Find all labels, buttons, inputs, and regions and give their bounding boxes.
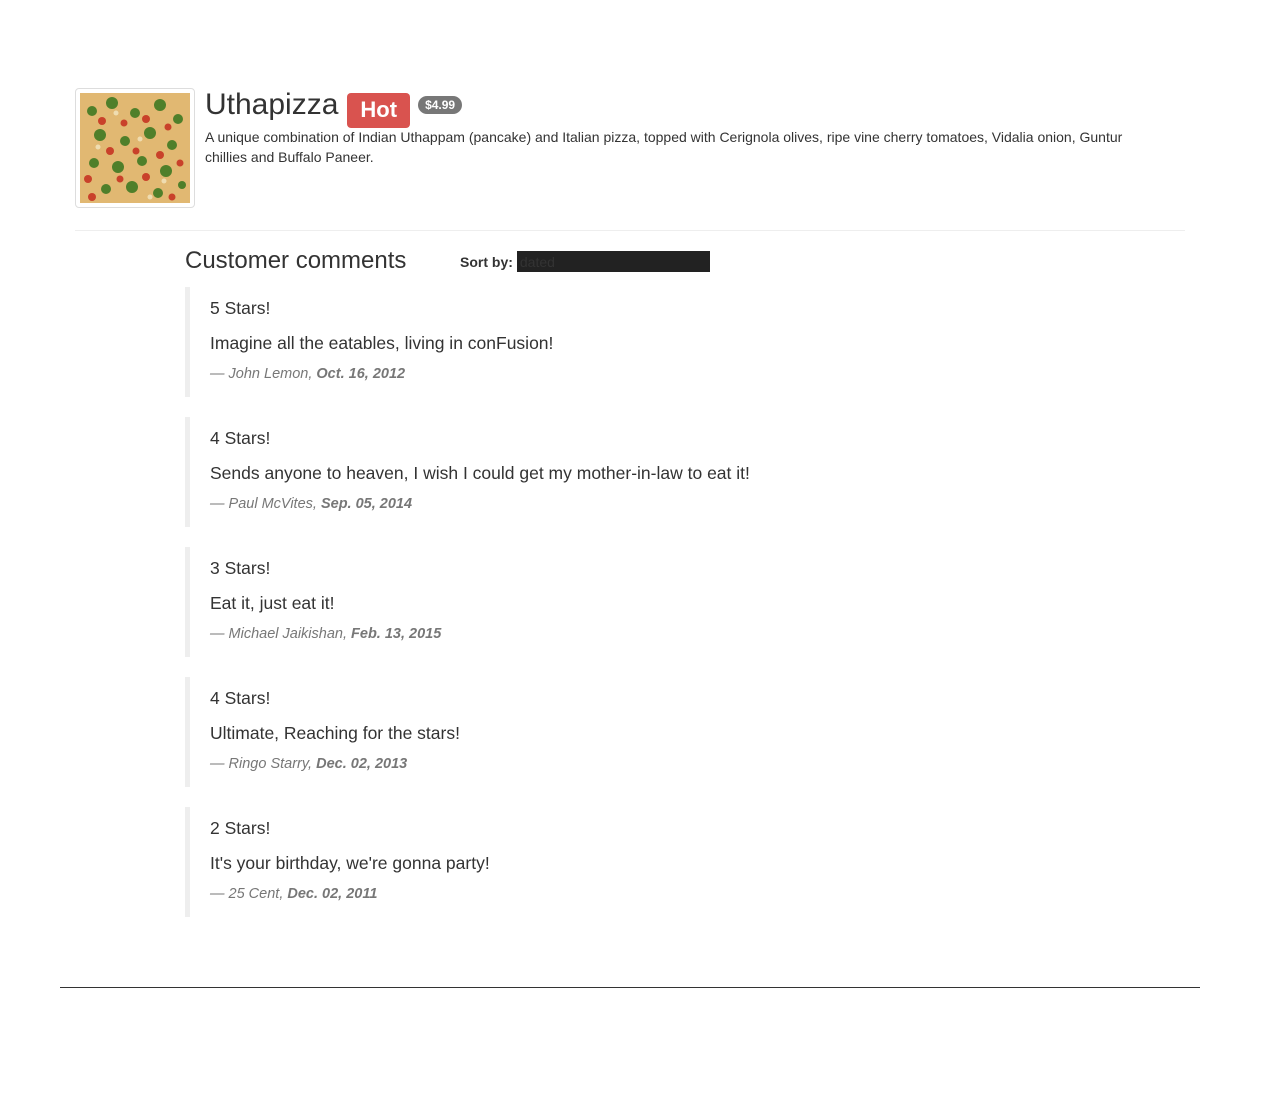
comment-item: 3 Stars! Eat it, just eat it! — Michael … [185, 547, 1185, 657]
dish-thumbnail [75, 88, 195, 208]
comments-list: 5 Stars! Imagine all the eatables, livin… [185, 287, 1185, 937]
comment-rating: 5 Stars! [210, 298, 271, 318]
comment-footer: — Ringo Starry, Dec. 02, 2013 [210, 754, 1165, 774]
dish-name: Uthapizza [205, 88, 339, 121]
sort-input[interactable] [516, 251, 710, 272]
comment-text: Sends anyone to heaven, I wish I could g… [210, 463, 750, 483]
price-badge: $4.99 [418, 96, 463, 114]
comment-text: It's your birthday, we're gonna party! [210, 853, 490, 873]
comment-date: Dec. 02, 2013 [316, 756, 408, 772]
dish-description: A unique combination of Indian Uthappam … [205, 129, 1123, 165]
hot-label: Hot [347, 92, 411, 128]
comments-title: Customer comments [185, 247, 407, 274]
comment-author: — John Lemon, [210, 366, 313, 382]
comment-date: Oct. 16, 2012 [316, 366, 406, 382]
comment-author: — Paul McVites, [210, 496, 317, 512]
divider [75, 230, 1185, 231]
bottom-divider [60, 987, 1200, 988]
dish-body: Uthapizza Hot $4.99 A unique combination… [205, 88, 1185, 167]
comment-item: 5 Stars! Imagine all the eatables, livin… [185, 287, 1185, 397]
dish-heading: Uthapizza Hot $4.99 [205, 88, 1185, 128]
comment-date: Feb. 13, 2015 [351, 626, 442, 642]
comment-rating: 2 Stars! [210, 818, 271, 838]
comment-rating: 3 Stars! [210, 558, 271, 578]
comment-text: Ultimate, Reaching for the stars! [210, 723, 460, 743]
dish-media: Uthapizza Hot $4.99 A unique combination… [75, 88, 1185, 208]
comment-date: Sep. 05, 2014 [320, 496, 413, 512]
comment-author: — 25 Cent, [210, 886, 284, 902]
comment-footer: — 25 Cent, Dec. 02, 2011 [210, 884, 1165, 904]
comment-author: — Michael Jaikishan, [210, 626, 347, 642]
comment-footer: — Paul McVites, Sep. 05, 2014 [210, 494, 1165, 514]
sort-label: Sort by: [460, 253, 513, 270]
comment-item: 4 Stars! Ultimate, Reaching for the star… [185, 677, 1185, 787]
comment-item: 4 Stars! Sends anyone to heaven, I wish … [185, 417, 1185, 527]
comment-rating: 4 Stars! [210, 688, 271, 708]
comment-footer: — John Lemon, Oct. 16, 2012 [210, 364, 1165, 384]
comment-footer: — Michael Jaikishan, Feb. 13, 2015 [210, 624, 1165, 644]
pizza-image [80, 93, 190, 203]
comment-rating: 4 Stars! [210, 428, 271, 448]
comment-item: 2 Stars! It's your birthday, we're gonna… [185, 807, 1185, 917]
comment-text: Eat it, just eat it! [210, 593, 335, 613]
comment-author: — Ringo Starry, [210, 756, 313, 772]
comment-date: Dec. 02, 2011 [287, 886, 378, 902]
comment-text: Imagine all the eatables, living in conF… [210, 333, 554, 353]
sort-control: Sort by: [460, 251, 710, 272]
